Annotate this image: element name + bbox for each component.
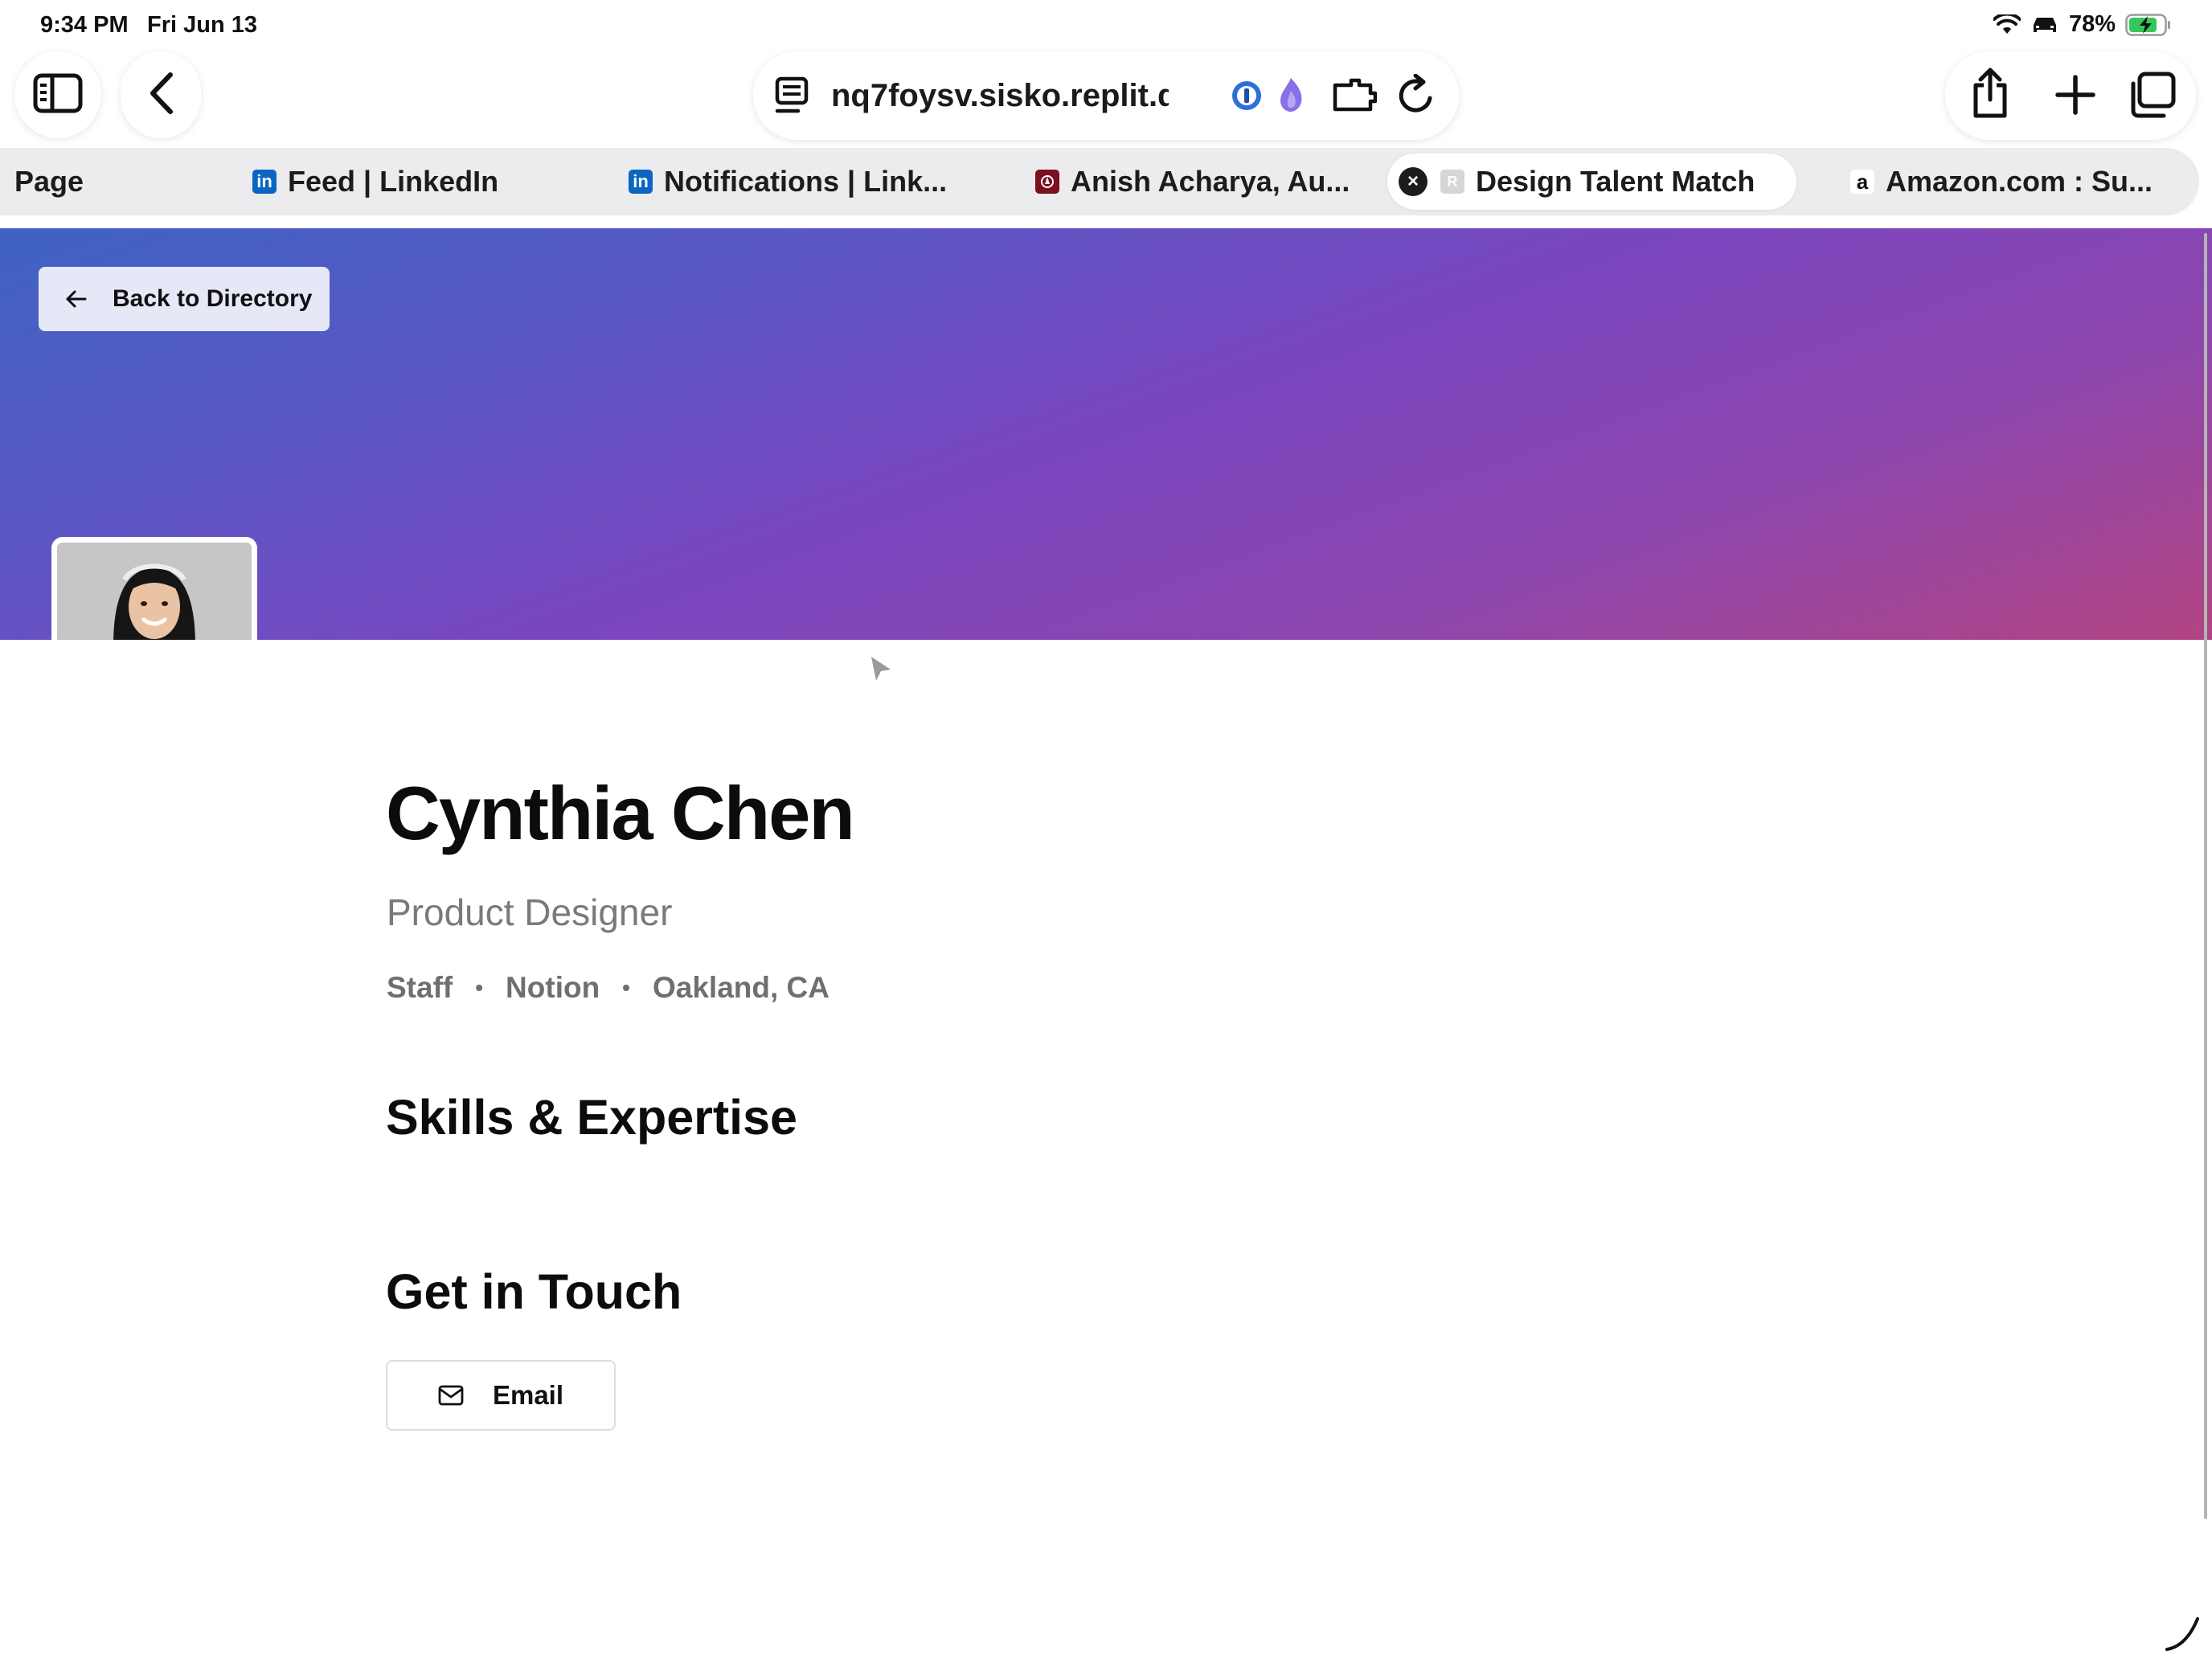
replit-icon: R (1440, 170, 1464, 194)
tab-feed-linkedin[interactable]: in Feed | LinkedIn (252, 148, 498, 215)
close-tab-icon[interactable]: × (1399, 167, 1428, 196)
browser-actions (1945, 51, 2196, 140)
tab-label: Anish Acharya, Au... (1071, 165, 1350, 198)
car-icon (2030, 15, 2059, 35)
browser-back-button[interactable] (121, 51, 201, 138)
amazon-icon: a (1850, 170, 1874, 194)
tab-anish-acharya[interactable]: Anish Acharya, Au... (1035, 148, 1350, 215)
url-text[interactable]: nq7foysv.sisko.replit.dev (831, 74, 1169, 117)
password-manager-icon[interactable] (1231, 80, 1263, 116)
skills-heading: Skills & Expertise (386, 1090, 797, 1145)
avatar (51, 537, 257, 640)
back-to-directory-label: Back to Directory (113, 285, 313, 312)
tab-label: Notifications | Link... (664, 165, 948, 198)
profile-name: Cynthia Chen (386, 771, 855, 855)
brand-icon (1035, 170, 1059, 194)
separator-dot: • (622, 975, 630, 1000)
profile-level: Staff (387, 971, 453, 1004)
sidebar-icon (33, 73, 83, 117)
address-bar[interactable]: nq7foysv.sisko.replit.dev (753, 51, 1459, 140)
status-indicators: 78% (1993, 11, 2172, 38)
wifi-icon (1993, 14, 2021, 35)
status-date: Fri Jun 13 (147, 12, 257, 38)
profile-role: Product Designer (387, 891, 673, 933)
arrow-left-icon (64, 289, 87, 309)
status-time: 9:34 PM (40, 12, 129, 38)
email-label: Email (492, 1380, 564, 1410)
tab-strip: Page in Feed | LinkedIn in Notifications… (0, 148, 2199, 215)
pointer-cursor-icon (870, 655, 892, 686)
profile-company: Notion (506, 971, 600, 1004)
linkedin-icon: in (252, 170, 276, 194)
status-bar: 9:34 PM Fri Jun 13 78% (0, 0, 2212, 50)
battery-charging-icon (2125, 13, 2172, 36)
reload-icon[interactable] (1396, 73, 1436, 120)
profile-location: Oakland, CA (652, 971, 830, 1004)
chevron-left-icon (146, 72, 175, 119)
browser-toolbar: nq7foysv.sisko.replit.dev (0, 50, 2212, 140)
new-tab-icon[interactable] (2054, 74, 2096, 120)
back-to-directory-button[interactable]: Back to Directory (39, 267, 330, 331)
extensions-icon[interactable] (1332, 77, 1378, 117)
linkedin-icon: in (629, 170, 653, 194)
tab-notifications-linkedin[interactable]: in Notifications | Link... (629, 148, 947, 215)
tab-label: Design Talent Match (1476, 165, 1755, 198)
tab-label: Feed | LinkedIn (288, 165, 499, 198)
page-settings-icon[interactable] (774, 76, 809, 120)
mail-icon (438, 1385, 464, 1406)
tab-overview-icon[interactable] (2127, 71, 2177, 123)
profile-meta: Staff • Notion • Oakland, CA (387, 971, 830, 1005)
corner-gesture-icon (2162, 1614, 2202, 1658)
contact-heading: Get in Touch (386, 1264, 682, 1319)
email-button[interactable]: Email (386, 1360, 616, 1431)
tab-label: Amazon.com : Su... (1886, 165, 2153, 198)
page-scrollbar[interactable] (2204, 233, 2207, 1519)
battery-percent: 78% (2068, 11, 2116, 37)
share-icon[interactable] (1969, 68, 2011, 123)
separator-dot: • (475, 975, 484, 1000)
extension-flame-icon[interactable] (1277, 76, 1305, 117)
tab-amazon[interactable]: a Amazon.com : Su... (1850, 148, 2153, 215)
profile-hero-banner: Back to Directory (0, 228, 2212, 640)
sidebar-toggle-button[interactable] (14, 51, 101, 138)
tab-label: Page (14, 165, 84, 198)
tab-page[interactable]: Page (14, 148, 84, 215)
tab-design-talent-match[interactable]: × R Design Talent Match (1387, 154, 1797, 210)
